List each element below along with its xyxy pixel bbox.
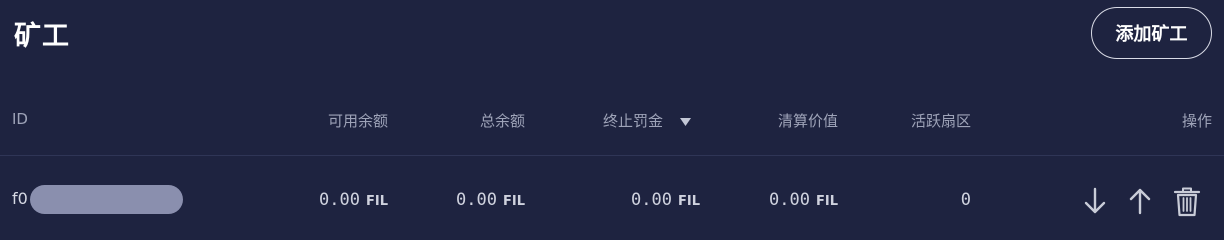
caret-down-icon — [679, 117, 691, 126]
termination-penalty-value: 0.00 — [631, 190, 672, 210]
total-balance-value: 0.00 — [456, 190, 497, 210]
liquidation-value: 0.00 — [769, 190, 810, 210]
termination-penalty-unit: FIL — [677, 194, 700, 209]
column-header-total-balance: 总余额 — [479, 112, 525, 130]
cell-available-balance: 0.00 FIL — [319, 190, 388, 210]
arrow-down-icon[interactable] — [1083, 186, 1107, 216]
miner-id-prefix: f0 — [12, 189, 28, 208]
column-header-available-balance: 可用余额 — [327, 112, 388, 130]
cell-active-sectors: 0 — [961, 190, 971, 210]
trash-icon[interactable] — [1173, 186, 1201, 218]
arrow-up-icon[interactable] — [1128, 186, 1152, 216]
column-header-id: ID — [12, 110, 28, 128]
header-divider — [0, 155, 1224, 156]
miner-id-redaction — [30, 185, 183, 214]
cell-liquidation-value: 0.00 FIL — [769, 190, 838, 210]
column-header-liquidation-value: 清算价值 — [777, 112, 838, 130]
column-header-active-sectors: 活跃扇区 — [910, 112, 971, 130]
available-balance-unit: FIL — [365, 194, 388, 209]
available-balance-value: 0.00 — [319, 190, 360, 210]
total-balance-unit: FIL — [502, 194, 525, 209]
column-header-actions: 操作 — [1181, 112, 1212, 130]
column-header-termination-penalty[interactable]: 终止罚金 — [603, 110, 691, 131]
liquidation-value-unit: FIL — [815, 194, 838, 209]
page-title: 矿工 — [14, 21, 70, 52]
column-header-termination-penalty-label: 终止罚金 — [603, 112, 664, 130]
cell-termination-penalty: 0.00 FIL — [631, 190, 700, 210]
add-miner-button[interactable]: 添加矿工 — [1091, 7, 1212, 59]
cell-total-balance: 0.00 FIL — [456, 190, 525, 210]
active-sectors-value: 0 — [960, 190, 971, 210]
